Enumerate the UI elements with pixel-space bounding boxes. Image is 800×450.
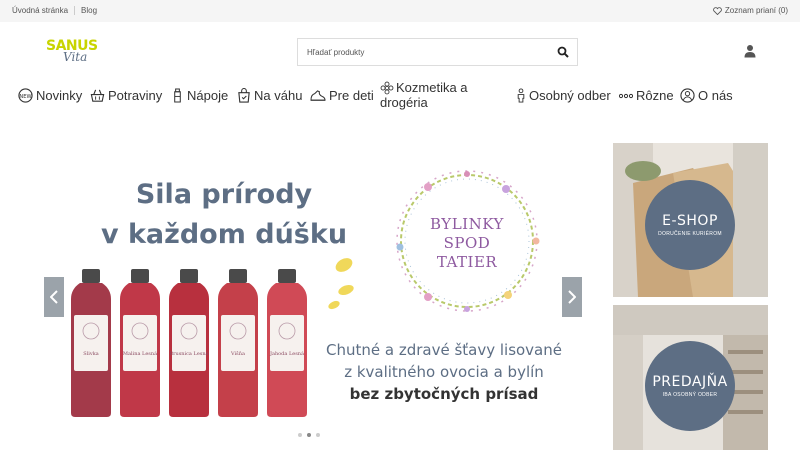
nav-label: Kozmetika a bbox=[396, 80, 468, 95]
bottle-label: Višňa bbox=[230, 350, 245, 357]
store-circle: PREDAJŇA IBA OSOBNÝ ODBER bbox=[645, 341, 735, 431]
search-box bbox=[297, 38, 578, 66]
person-pickup-icon bbox=[517, 88, 525, 103]
badge-line1: BYLINKY bbox=[430, 215, 504, 233]
blog-link[interactable]: Blog bbox=[74, 6, 103, 15]
top-links: Úvodná stránka Blog bbox=[12, 6, 103, 15]
hero-title-line2: v každom dúšku bbox=[100, 219, 348, 250]
user-circle-icon bbox=[680, 88, 695, 103]
slider-dot-active[interactable] bbox=[307, 433, 311, 437]
wishlist-label: Zoznam prianí (0) bbox=[724, 6, 788, 15]
juice-bottle: Slivka bbox=[71, 269, 111, 417]
account-icon[interactable] bbox=[744, 44, 756, 58]
bottle-label: Jahoda Lesná bbox=[269, 350, 304, 357]
nav-item-potraviny[interactable]: Potraviny bbox=[90, 88, 162, 103]
slider-next-button[interactable] bbox=[562, 277, 582, 317]
bottle-label: Brusnica Lesná bbox=[169, 350, 208, 357]
tagline-line2: z kvalitného ovocia a bylín bbox=[344, 363, 544, 381]
badge-line3: TATIER bbox=[436, 253, 498, 271]
store-subtitle: IBA OSOBNÝ ODBER bbox=[662, 392, 718, 398]
baby-shoe-icon bbox=[310, 89, 326, 101]
svg-text:NEW: NEW bbox=[19, 94, 31, 100]
heart-icon bbox=[713, 6, 722, 15]
chevron-left-icon bbox=[50, 290, 58, 304]
slider-dot[interactable] bbox=[298, 433, 302, 437]
nav-item-na-vahu[interactable]: Na váhu bbox=[237, 88, 302, 103]
hero-title: Sila prírody v každom dúšku bbox=[74, 175, 374, 255]
wishlist-link[interactable]: Zoznam prianí (0) bbox=[713, 6, 788, 15]
slider-dots bbox=[298, 433, 320, 437]
home-link[interactable]: Úvodná stránka bbox=[12, 6, 74, 15]
tagline-line1: Chutné a zdravé šťavy lisované bbox=[325, 341, 562, 359]
flower-icon bbox=[380, 81, 394, 94]
hero-title-line1: Sila prírody bbox=[135, 179, 313, 210]
nav-item-novinky[interactable]: NEW Novinky bbox=[18, 88, 82, 103]
scale-bag-icon bbox=[238, 88, 250, 103]
bottle-label: Slivka bbox=[83, 351, 98, 357]
nav-item-osobny-odber[interactable]: Osobný odber bbox=[516, 88, 611, 103]
nav-item-rozne[interactable]: Rôzne bbox=[619, 88, 674, 103]
nav-label: Potraviny bbox=[108, 88, 163, 103]
eshop-subtitle: DORUČENIE KURIÉROM bbox=[658, 231, 722, 237]
search-icon[interactable] bbox=[557, 46, 569, 58]
tagline-line3: bez zbytočných prísad bbox=[349, 385, 539, 403]
nav-label: Na váhu bbox=[254, 88, 303, 103]
hero-tagline: Chutné a zdravé šťavy lisované z kvalitn… bbox=[314, 339, 574, 405]
nav-label: O nás bbox=[698, 88, 733, 103]
grocery-basket-icon bbox=[90, 89, 105, 102]
nav-item-napoje[interactable]: Nápoje bbox=[171, 88, 228, 103]
logo-text-vita: Vita bbox=[63, 50, 88, 64]
bottle-icon bbox=[174, 88, 181, 103]
site-logo[interactable]: SANUS Vita bbox=[46, 38, 116, 68]
dots-icon bbox=[619, 93, 633, 98]
nav-label-line2: drogéria bbox=[380, 95, 428, 110]
eshop-banner[interactable]: E-SHOP DORUČENIE KURIÉROM bbox=[613, 143, 768, 297]
nav-label: Novinky bbox=[36, 88, 83, 103]
nav-label: Osobný odber bbox=[529, 88, 611, 103]
juice-bottle: Višňa bbox=[218, 269, 258, 417]
juice-bottle: Brusnica Lesná bbox=[169, 269, 209, 417]
chevron-right-icon bbox=[568, 290, 576, 304]
slider-dot[interactable] bbox=[316, 433, 320, 437]
nav-item-kozmetika[interactable]: Kozmetika a drogéria bbox=[380, 80, 468, 110]
bylinky-badge: BYLINKY SPOD TATIER bbox=[388, 167, 546, 315]
nav-label: Nápoje bbox=[187, 88, 229, 103]
nav-label: Pre deti bbox=[329, 88, 374, 103]
store-title: PREDAJŇA bbox=[652, 374, 728, 390]
eshop-circle: E-SHOP DORUČENIE KURIÉROM bbox=[645, 180, 735, 270]
nav-item-pre-deti[interactable]: Pre deti bbox=[310, 88, 374, 103]
search-input[interactable] bbox=[298, 39, 538, 65]
hero-slider: Sila prírody v každom dúšku BYLINKY SPOD… bbox=[44, 143, 582, 440]
slider-prev-button[interactable] bbox=[44, 277, 64, 317]
juice-bottle: Jahoda Lesná bbox=[267, 269, 307, 417]
eshop-title: E-SHOP bbox=[662, 213, 718, 229]
store-banner[interactable]: PREDAJŇA IBA OSOBNÝ ODBER bbox=[613, 305, 768, 450]
new-badge-icon: NEW bbox=[18, 88, 33, 103]
nav-label: Rôzne bbox=[636, 88, 674, 103]
leaf-decoration bbox=[328, 258, 354, 310]
top-bar: Úvodná stránka Blog Zoznam prianí (0) bbox=[0, 0, 800, 22]
juice-bottles-image: Slivka Malina Lesná Brusnica Lesná Višňa Jah… bbox=[71, 269, 307, 417]
bottle-label: Malina Lesná bbox=[123, 350, 157, 357]
juice-bottle: Malina Lesná bbox=[120, 269, 160, 417]
badge-text: BYLINKY SPOD TATIER bbox=[388, 215, 546, 272]
nav-item-o-nas[interactable]: O nás bbox=[680, 88, 733, 103]
badge-line2: SPOD bbox=[443, 234, 491, 252]
